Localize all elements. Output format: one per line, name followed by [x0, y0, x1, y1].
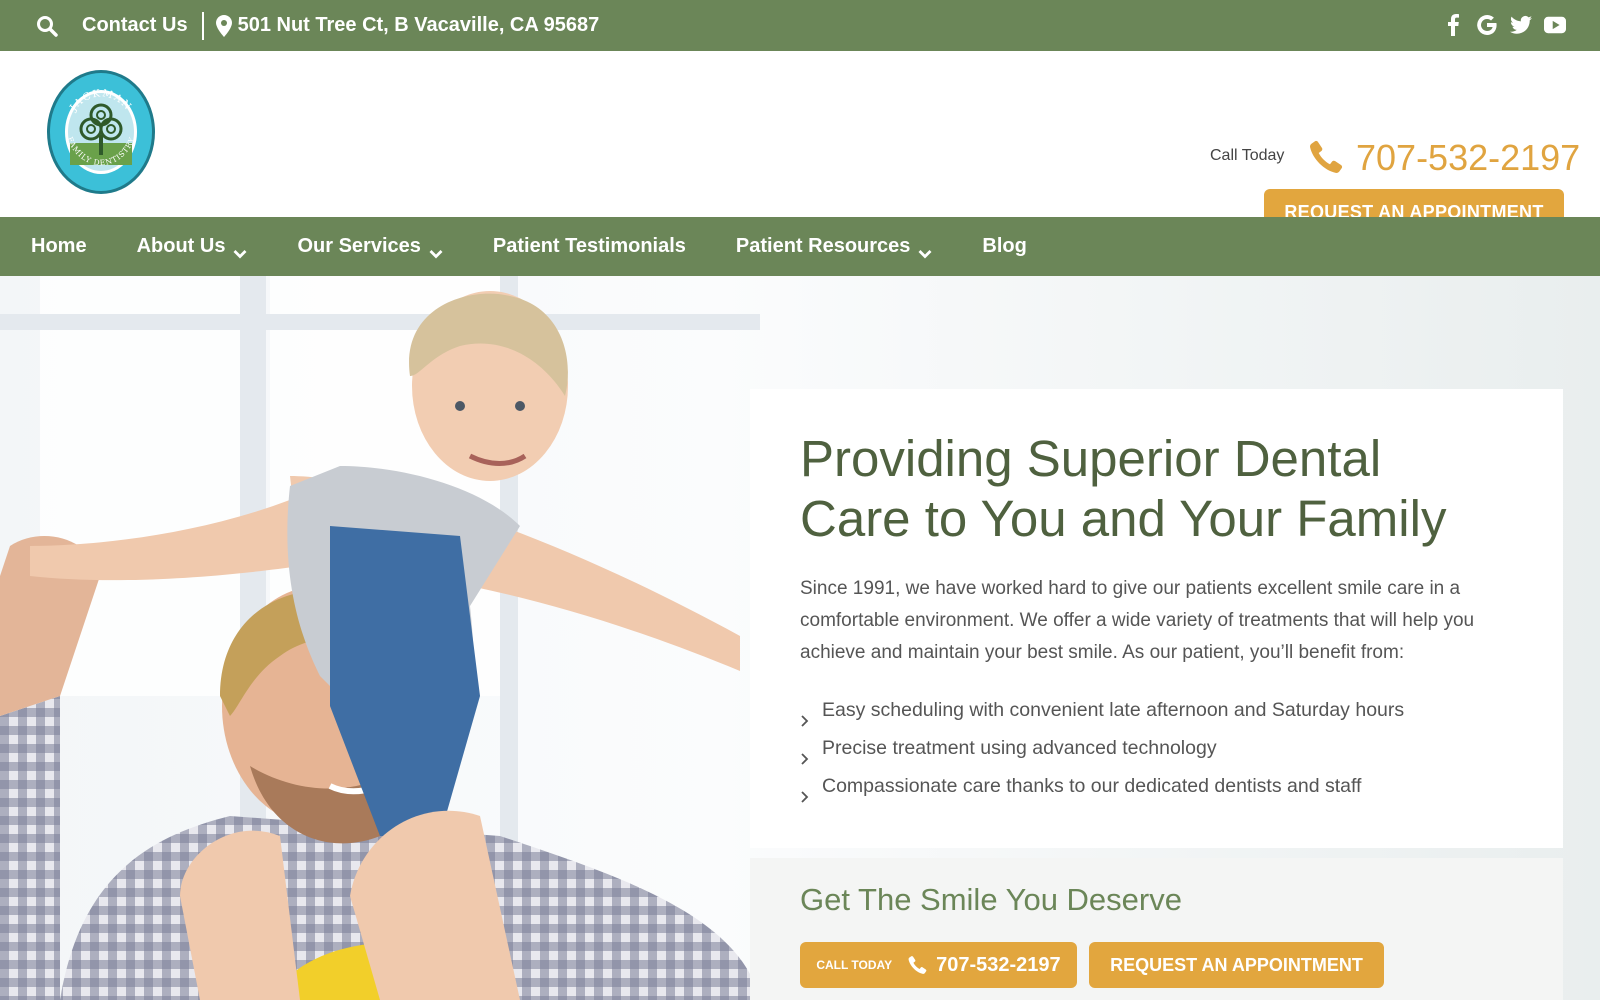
twitter-icon[interactable]: [1510, 14, 1532, 36]
chevron-down-icon: [429, 242, 443, 258]
nav-item-label: Patient Testimonials: [492, 235, 686, 257]
call-today-small-label: CALL TODAY: [816, 958, 893, 972]
top-bar: Contact Us 501 Nut Tree Ct, B Vacaville,…: [0, 0, 1600, 51]
social-links: [1442, 14, 1566, 36]
contact-us-link[interactable]: Contact Us: [82, 14, 188, 37]
cta-phone-number: 707-532-2197: [936, 953, 1061, 976]
chevron-right-icon: [800, 741, 810, 765]
nav-item-about-us[interactable]: About Us: [137, 235, 248, 258]
nav-item-label: Home: [31, 235, 87, 257]
search-icon[interactable]: [36, 15, 58, 37]
nav-item-label: About Us: [136, 235, 226, 257]
nav-item-patient-testimonials[interactable]: Patient Testimonials: [493, 235, 686, 258]
benefit-text: Precise treatment using advanced technol…: [822, 737, 1217, 759]
call-today-label: Call Today: [1210, 147, 1285, 164]
list-item: Precise treatment using advanced technol…: [800, 729, 1513, 767]
chevron-down-icon: [233, 242, 247, 258]
list-item: Easy scheduling with convenient late aft…: [800, 691, 1513, 729]
benefits-list: Easy scheduling with convenient late aft…: [800, 691, 1513, 805]
nav-item-home[interactable]: Home: [31, 235, 87, 258]
nav-item-blog[interactable]: Blog: [982, 235, 1026, 258]
nav-item-our-services[interactable]: Our Services: [297, 235, 443, 258]
phone-icon: [908, 955, 928, 975]
nav-item-patient-resources[interactable]: Patient Resources: [736, 235, 933, 258]
cta-panel: Get The Smile You Deserve CALL TODAY 707…: [750, 858, 1563, 1000]
facebook-icon[interactable]: [1442, 14, 1464, 36]
google-icon[interactable]: [1476, 14, 1498, 36]
nav-item-label: Our Services: [297, 235, 421, 257]
phone-icon: [1310, 139, 1344, 175]
header-phone-number[interactable]: 707-532-2197: [1356, 137, 1580, 179]
hero-heading: Providing Superior Dental Care to You an…: [800, 430, 1447, 547]
list-item: Compassionate care thanks to our dedicat…: [800, 767, 1513, 805]
location-pin-icon: [215, 14, 232, 37]
call-today-button[interactable]: CALL TODAY 707-532-2197: [800, 942, 1077, 988]
address-link[interactable]: 501 Nut Tree Ct, B Vacaville, CA 95687: [238, 14, 600, 37]
practice-logo[interactable]: JACKMAN FAMILY DENTISTRY: [46, 69, 156, 195]
hero-intro-text: Since 1991, we have worked hard to give …: [800, 578, 1475, 663]
site-header: JACKMAN FAMILY DENTISTRY Call Today 707-…: [0, 51, 1600, 235]
nav-item-label: Blog: [982, 235, 1027, 257]
divider: [201, 11, 204, 40]
intro-card: Providing Superior Dental Care to You an…: [750, 389, 1563, 848]
chevron-right-icon: [800, 779, 810, 803]
nav-item-label: Patient Resources: [735, 235, 911, 257]
main-nav: Home About Us Our Services Patient Testi…: [0, 217, 1600, 276]
benefit-text: Compassionate care thanks to our dedicat…: [822, 775, 1362, 797]
cta-heading: Get The Smile You Deserve: [800, 882, 1182, 917]
hero-section: Providing Superior Dental Care to You an…: [0, 276, 1600, 1000]
chevron-right-icon: [800, 703, 810, 727]
chevron-down-icon: [918, 242, 932, 258]
benefit-text: Easy scheduling with convenient late aft…: [822, 699, 1405, 721]
cta-request-appointment-button[interactable]: REQUEST AN APPOINTMENT: [1089, 942, 1384, 988]
youtube-icon[interactable]: [1544, 14, 1566, 36]
cta-buttons: CALL TODAY 707-532-2197 REQUEST AN APPOI…: [800, 942, 1384, 988]
